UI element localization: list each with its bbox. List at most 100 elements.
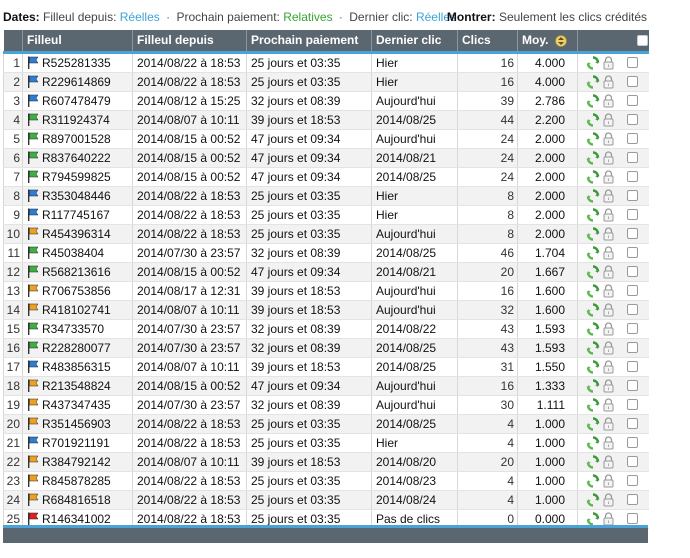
row-checkbox[interactable] (627, 399, 638, 410)
row-checkbox[interactable] (627, 228, 638, 239)
recycle-icon[interactable] (586, 435, 600, 450)
row-checkbox[interactable] (627, 133, 638, 144)
recycle-icon[interactable] (586, 93, 600, 108)
header-clics[interactable]: Clics (457, 30, 518, 54)
referral-id[interactable]: R353048446 (42, 189, 111, 203)
referral-id[interactable]: R483856315 (42, 360, 111, 374)
referral-id[interactable]: R384792142 (42, 455, 111, 469)
referral-id[interactable]: R228280077 (42, 341, 111, 355)
referral-id[interactable]: R684816518 (42, 493, 111, 507)
referral-id[interactable]: R45038404 (42, 246, 104, 260)
lock-icon[interactable] (603, 264, 614, 279)
row-checkbox[interactable] (627, 513, 638, 524)
referral-id[interactable]: R146341002 (42, 512, 111, 526)
recycle-icon[interactable] (586, 416, 600, 431)
recycle-icon[interactable] (586, 264, 600, 279)
referral-id[interactable]: R568213616 (42, 265, 111, 279)
lock-icon[interactable] (603, 492, 614, 507)
lock-icon[interactable] (603, 74, 614, 89)
recycle-icon[interactable] (586, 378, 600, 393)
referral-id[interactable]: R607478479 (42, 94, 111, 108)
referral-id[interactable]: R418102741 (42, 303, 111, 317)
row-checkbox[interactable] (627, 418, 638, 429)
row-checkbox[interactable] (627, 494, 638, 505)
row-checkbox[interactable] (627, 152, 638, 163)
lock-icon[interactable] (603, 359, 614, 374)
row-checkbox[interactable] (627, 209, 638, 220)
referral-id[interactable]: R701921191 (42, 436, 110, 450)
referral-id[interactable]: R437347435 (42, 398, 111, 412)
row-checkbox[interactable] (627, 76, 638, 87)
lock-icon[interactable] (603, 283, 614, 298)
recycle-icon[interactable] (586, 340, 600, 355)
referral-id[interactable]: R117745167 (42, 208, 110, 222)
referral-id[interactable]: R794599825 (42, 170, 111, 184)
row-checkbox[interactable] (627, 57, 638, 68)
row-checkbox[interactable] (627, 361, 638, 372)
lock-icon[interactable] (603, 511, 614, 526)
lock-icon[interactable] (603, 340, 614, 355)
header-filleul[interactable]: Filleul (22, 30, 133, 54)
referral-id[interactable]: R229614869 (42, 75, 111, 89)
row-checkbox[interactable] (627, 304, 638, 315)
recycle-icon[interactable] (586, 359, 600, 374)
recycle-icon[interactable] (586, 188, 600, 203)
prochain-date-toggle[interactable]: Relatives (283, 10, 332, 24)
lock-icon[interactable] (603, 416, 614, 431)
header-prochain-paiement[interactable]: Prochain paiement (246, 30, 372, 54)
referral-id[interactable]: R351456903 (42, 417, 111, 431)
row-checkbox[interactable] (627, 475, 638, 486)
row-checkbox[interactable] (627, 323, 638, 334)
lock-icon[interactable] (603, 378, 614, 393)
lock-icon[interactable] (603, 131, 614, 146)
recycle-icon[interactable] (586, 245, 600, 260)
referral-id[interactable]: R837640222 (42, 151, 111, 165)
lock-icon[interactable] (603, 226, 614, 241)
lock-icon[interactable] (603, 397, 614, 412)
lock-icon[interactable] (603, 55, 614, 70)
recycle-icon[interactable] (586, 150, 600, 165)
recycle-icon[interactable] (586, 74, 600, 89)
recycle-icon[interactable] (586, 55, 600, 70)
referral-id[interactable]: R845878285 (42, 474, 111, 488)
recycle-icon[interactable] (586, 302, 600, 317)
row-checkbox[interactable] (627, 285, 638, 296)
lock-icon[interactable] (603, 112, 614, 127)
lock-icon[interactable] (603, 321, 614, 336)
lock-icon[interactable] (603, 169, 614, 184)
recycle-icon[interactable] (586, 454, 600, 469)
referral-id[interactable]: R454396314 (42, 227, 111, 241)
recycle-icon[interactable] (586, 169, 600, 184)
referral-id[interactable]: R213548824 (42, 379, 111, 393)
row-checkbox[interactable] (627, 437, 638, 448)
row-checkbox[interactable] (627, 114, 638, 125)
row-checkbox[interactable] (627, 95, 638, 106)
lock-icon[interactable] (603, 454, 614, 469)
referral-id[interactable]: R34733570 (42, 322, 104, 336)
recycle-icon[interactable] (586, 473, 600, 488)
lock-icon[interactable] (603, 188, 614, 203)
row-checkbox[interactable] (627, 380, 638, 391)
lock-icon[interactable] (603, 473, 614, 488)
filleul-date-toggle[interactable]: Réelles (120, 10, 160, 24)
referral-id[interactable]: R897001528 (42, 132, 111, 146)
lock-icon[interactable] (603, 245, 614, 260)
lock-icon[interactable] (603, 302, 614, 317)
recycle-icon[interactable] (586, 112, 600, 127)
recycle-icon[interactable] (586, 131, 600, 146)
referral-id[interactable]: R311924374 (42, 113, 110, 127)
lock-icon[interactable] (603, 207, 614, 222)
row-checkbox[interactable] (627, 171, 638, 182)
row-checkbox[interactable] (627, 342, 638, 353)
recycle-icon[interactable] (586, 283, 600, 298)
recycle-icon[interactable] (586, 397, 600, 412)
recycle-icon[interactable] (586, 492, 600, 507)
referral-id[interactable]: R525281335 (42, 56, 111, 70)
sort-arrows-icon[interactable] (554, 35, 567, 47)
recycle-icon[interactable] (586, 207, 600, 222)
row-checkbox[interactable] (627, 456, 638, 467)
lock-icon[interactable] (603, 150, 614, 165)
row-checkbox[interactable] (627, 266, 638, 277)
recycle-icon[interactable] (586, 321, 600, 336)
select-all-checkbox[interactable] (637, 35, 648, 47)
